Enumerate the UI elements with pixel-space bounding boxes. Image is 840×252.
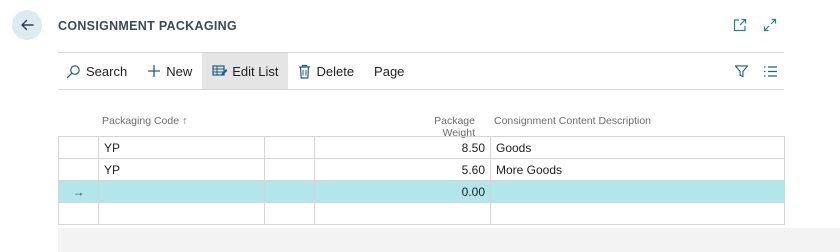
plus-icon (147, 64, 161, 78)
filter-icon[interactable] (734, 64, 749, 79)
empty-cell[interactable] (264, 180, 315, 203)
column-header-packaging-code[interactable]: Packaging Code ↑ (102, 115, 187, 127)
edit-list-label: Edit List (232, 63, 279, 79)
grid-table: YP 8.50 Goods YP 5.60 More Goods → 0.00 (58, 136, 785, 225)
empty-cell[interactable] (264, 202, 315, 225)
row-marker[interactable] (58, 136, 99, 159)
row-marker[interactable] (58, 158, 99, 181)
content-description-cell[interactable]: Goods (490, 136, 785, 159)
title-actions (732, 17, 778, 33)
new-label: New (166, 63, 193, 79)
table-row-active[interactable]: → 0.00 (58, 180, 785, 203)
arrow-left-icon (19, 17, 35, 33)
page-title: CONSIGNMENT PACKAGING (58, 19, 237, 33)
action-bar: Search New Edit List Delete Page (58, 52, 784, 90)
packaging-code-header-label: Packaging Code (102, 115, 180, 127)
packaging-grid: Packaging Code ↑ Package Weight Consignm… (58, 88, 785, 252)
package-weight-cell[interactable]: 8.50 (314, 136, 491, 159)
table-row[interactable] (58, 202, 785, 225)
row-marker[interactable] (58, 202, 99, 225)
edit-list-icon (212, 64, 228, 78)
packaging-code-cell[interactable]: YP (98, 158, 265, 181)
content-description-cell[interactable] (490, 202, 785, 225)
arrow-up-icon: ↑ (182, 115, 188, 127)
page-label: Page (374, 63, 405, 79)
table-row[interactable]: YP 5.60 More Goods (58, 158, 785, 181)
delete-button[interactable]: Delete (288, 53, 364, 89)
arrow-right-icon[interactable]: → (58, 180, 99, 203)
trash-icon (298, 64, 311, 79)
back-button[interactable] (12, 10, 42, 40)
page-menu-button[interactable]: Page (364, 53, 414, 89)
empty-cell[interactable] (264, 158, 315, 181)
package-weight-cell[interactable]: 0.00 (314, 180, 491, 203)
new-button[interactable]: New (137, 53, 202, 89)
expand-icon[interactable] (762, 17, 778, 33)
packaging-code-cell[interactable] (98, 180, 265, 203)
list-view-icon[interactable] (763, 65, 778, 78)
table-row[interactable]: YP 8.50 Goods (58, 136, 785, 159)
column-header-content-description[interactable]: Consignment Content Description (494, 115, 651, 127)
empty-cell[interactable] (264, 136, 315, 159)
search-icon (66, 64, 81, 79)
packaging-code-cell[interactable] (98, 202, 265, 225)
search-label: Search (86, 63, 128, 79)
package-weight-cell[interactable]: 5.60 (314, 158, 491, 181)
search-button[interactable]: Search (58, 53, 137, 89)
column-headers: Packaging Code ↑ Package Weight Consignm… (58, 115, 784, 139)
delete-label: Delete (316, 63, 355, 79)
open-in-new-window-icon[interactable] (732, 17, 748, 33)
packaging-code-cell[interactable]: YP (98, 136, 265, 159)
view-options (734, 53, 784, 89)
content-description-cell[interactable]: More Goods (490, 158, 785, 181)
edit-list-button[interactable]: Edit List (202, 53, 289, 89)
package-weight-cell[interactable] (314, 202, 491, 225)
content-description-cell[interactable] (490, 180, 785, 203)
